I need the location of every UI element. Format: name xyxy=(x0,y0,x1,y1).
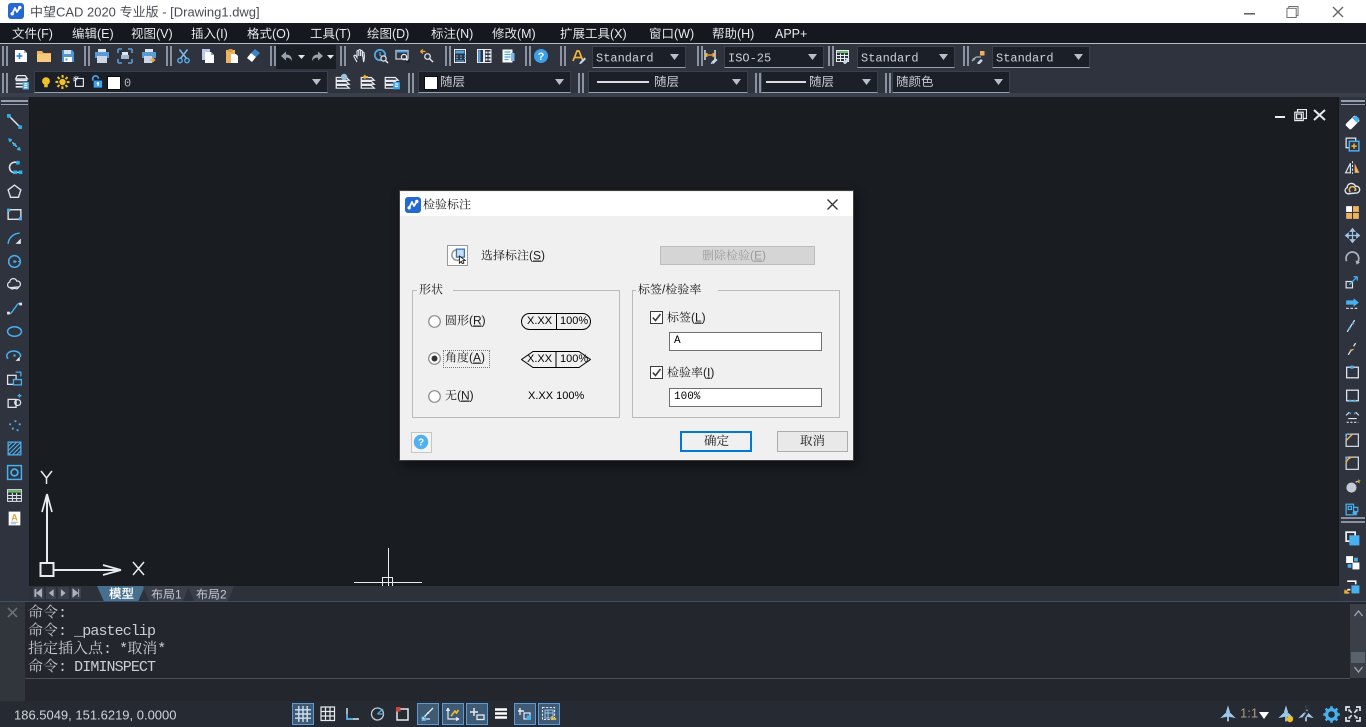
svg-text:186.5049, 151.6219, 0.0000: 186.5049, 151.6219, 0.0000 xyxy=(14,707,176,722)
svg-text:: DIMINSPECT: : DIMINSPECT xyxy=(58,659,156,676)
svg-text:(O): (O) xyxy=(272,27,290,41)
svg-text:?: ? xyxy=(418,438,424,449)
svg-text:1:1: 1:1 xyxy=(1240,705,1258,720)
svg-text:0: 0 xyxy=(124,77,131,91)
svg-text:(X): (X) xyxy=(610,27,627,41)
svg-text:(F): (F) xyxy=(37,27,53,41)
svg-text:(E): (E) xyxy=(97,27,114,41)
svg-text:(S): (S) xyxy=(529,249,545,263)
svg-text:(N): (N) xyxy=(456,27,473,41)
svg-text:- [Drawing1.dwg]: - [Drawing1.dwg] xyxy=(159,4,260,19)
svg-text:(N): (N) xyxy=(457,389,474,403)
svg-text:(W): (W) xyxy=(674,27,694,41)
svg-text:(A): (A) xyxy=(469,351,485,365)
svg-text:CAD 2020: CAD 2020 xyxy=(56,4,120,19)
svg-text:A: A xyxy=(11,513,18,523)
svg-text:(V): (V) xyxy=(156,27,173,41)
svg-text:1: 1 xyxy=(175,588,182,602)
svg-text:/: / xyxy=(662,283,666,297)
svg-text:Standard: Standard xyxy=(996,52,1054,66)
svg-text:(I): (I) xyxy=(216,27,228,41)
svg-text:(E): (E) xyxy=(750,249,766,263)
svg-text:(R): (R) xyxy=(469,314,486,328)
svg-text:(H): (H) xyxy=(737,27,754,41)
svg-text:Standard: Standard xyxy=(861,52,919,66)
svg-text:(D): (D) xyxy=(392,27,409,41)
svg-text:(L): (L) xyxy=(691,311,706,325)
svg-text:ISO-25: ISO-25 xyxy=(728,52,771,66)
svg-text:(M): (M) xyxy=(517,27,536,41)
svg-text:?: ? xyxy=(538,51,545,63)
svg-text:(I): (I) xyxy=(703,366,714,380)
svg-text:*: * xyxy=(157,641,165,658)
svg-text::: : xyxy=(58,605,66,622)
svg-text:2: 2 xyxy=(220,588,227,602)
svg-text:: *: : * xyxy=(103,641,127,658)
svg-text:(T): (T) xyxy=(335,27,351,41)
svg-text:APP+: APP+ xyxy=(775,27,807,41)
svg-text:: _pasteclip: : _pasteclip xyxy=(58,623,155,640)
svg-text:Standard: Standard xyxy=(596,52,654,66)
